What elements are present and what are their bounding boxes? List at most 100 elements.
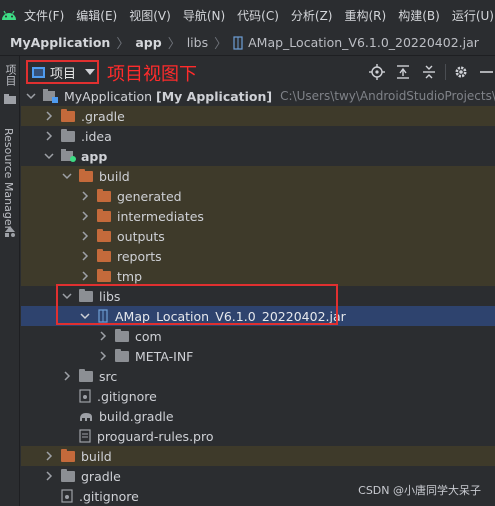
text-file-icon [79, 429, 91, 443]
menu-refactor[interactable]: 重构(R) [339, 7, 393, 24]
project-view-dropdown[interactable]: 项目 [26, 60, 99, 84]
chevron-right-icon[interactable] [79, 250, 91, 262]
android-logo-icon[interactable] [0, 0, 18, 30]
tree-item-label: intermediates [117, 208, 204, 224]
tree-row-proguard[interactable]: proguard-rules.pro [21, 426, 495, 446]
chevron-down-icon [85, 69, 96, 75]
resource-manager-tab[interactable]: Resource Manager [2, 128, 15, 230]
folder-icon [79, 168, 93, 182]
folder-icon [61, 448, 75, 462]
menu-run[interactable]: 运行(U) [446, 7, 495, 24]
breadcrumb-project[interactable]: MyApplication [10, 35, 110, 50]
chevron-right-icon[interactable] [79, 270, 91, 282]
folder-icon [97, 248, 111, 262]
breadcrumb: MyApplication 〉 app 〉 libs 〉 AMap_Locati… [0, 30, 495, 56]
tree-row-generated[interactable]: generated [21, 186, 495, 206]
menu-navigate[interactable]: 导航(N) [177, 7, 231, 24]
project-toolbar: 项目 项目视图下 [21, 58, 495, 86]
jar-file-icon [233, 35, 243, 50]
tree-row-build-gradle[interactable]: build.gradle [21, 406, 495, 426]
tree-row-com[interactable]: com [21, 326, 495, 346]
toolbar-divider [445, 64, 446, 80]
tree-row-jar[interactable]: AMap_Location_V6.1.0_20220402.jar [21, 306, 495, 326]
collapse-all-icon[interactable] [421, 64, 437, 80]
project-module-label: [My Application] [156, 88, 273, 104]
chevron-right-icon[interactable] [43, 470, 55, 482]
chevron-right-icon[interactable] [79, 210, 91, 222]
folder-icon [115, 348, 129, 362]
tree-row-reports[interactable]: reports [21, 246, 495, 266]
tree-item-label: build [81, 448, 112, 464]
tree-row-root[interactable]: MyApplication [My Application] C:\Users\… [21, 86, 495, 106]
menu-edit[interactable]: 编辑(E) [70, 7, 123, 24]
folder-icon [61, 128, 75, 142]
chevron-right-icon[interactable] [43, 130, 55, 142]
folder-icon [79, 288, 93, 302]
tree-item-label: proguard-rules.pro [97, 428, 214, 444]
project-view-label: 项目 [50, 66, 77, 82]
chevron-right-icon[interactable] [43, 450, 55, 462]
tool-window-strip: 项目 Resource Manager [0, 56, 20, 506]
tree-row-intermediates[interactable]: intermediates [21, 206, 495, 226]
menu-bar: 文件(F) 编辑(E) 视图(V) 导航(N) 代码(C) 分析(Z) 重构(R… [0, 0, 495, 30]
chevron-down-icon[interactable] [79, 310, 91, 322]
locate-icon[interactable] [369, 64, 385, 80]
menu-view[interactable]: 视图(V) [123, 7, 177, 24]
tree-item-label: tmp [117, 268, 143, 284]
tree-row-src[interactable]: src [21, 366, 495, 386]
annotation-text: 项目视图下 [107, 64, 197, 85]
tree-row-app-build[interactable]: build [21, 166, 495, 186]
tree-row-outputs[interactable]: outputs [21, 226, 495, 246]
folder-icon [97, 268, 111, 282]
tree-row-libs[interactable]: libs [21, 286, 495, 306]
chevron-right-icon[interactable] [43, 110, 55, 122]
tree-item-label: outputs [117, 228, 165, 244]
chevron-down-icon[interactable] [43, 150, 55, 162]
tree-item-label: .gitignore [79, 488, 139, 504]
project-tree: MyApplication [My Application] C:\Users\… [21, 86, 495, 506]
folder-icon [115, 328, 129, 342]
folder-icon [97, 208, 111, 222]
chevron-right-icon[interactable] [79, 230, 91, 242]
gradle-elephant-icon [80, 413, 92, 421]
expand-all-icon[interactable] [395, 64, 411, 80]
tree-row-root-build[interactable]: build [21, 446, 495, 466]
chevron-right-icon[interactable] [97, 330, 109, 342]
shapes-icon[interactable] [4, 226, 16, 238]
breadcrumb-file[interactable]: AMap_Location_V6.1.0_20220402.jar [248, 35, 479, 50]
chevron-down-icon[interactable] [61, 170, 73, 182]
breadcrumb-separator: 〉 [116, 37, 130, 52]
breadcrumb-module[interactable]: app [135, 35, 161, 50]
tree-item-label: .gradle [81, 108, 125, 124]
chevron-right-icon[interactable] [61, 370, 73, 382]
menu-analyze[interactable]: 分析(Z) [285, 7, 339, 24]
tree-item-label: reports [117, 248, 162, 264]
chevron-down-icon[interactable] [61, 290, 73, 302]
menu-file[interactable]: 文件(F) [18, 7, 70, 24]
chevron-right-icon[interactable] [97, 350, 109, 362]
tree-row-app-gitignore[interactable]: .gitignore [21, 386, 495, 406]
folder-icon[interactable] [4, 94, 16, 104]
chevron-right-icon[interactable] [79, 190, 91, 202]
tree-row-meta-inf[interactable]: META-INF [21, 346, 495, 366]
chevron-down-icon[interactable] [25, 90, 37, 102]
watermark: CSDN @小唐同学大呆子 [358, 484, 481, 497]
menu-code[interactable]: 代码(C) [231, 7, 285, 24]
project-root-icon [43, 89, 58, 103]
tree-row-tmp[interactable]: tmp [21, 266, 495, 286]
tree-row-gradle-dir[interactable]: .gradle [21, 106, 495, 126]
tree-item-label: com [135, 328, 162, 344]
tree-item-label: .idea [81, 128, 112, 144]
folder-icon [61, 108, 75, 122]
tree-row-app[interactable]: app [21, 146, 495, 166]
project-tool-tab[interactable]: 项目 [2, 64, 18, 86]
tree-row-idea[interactable]: .idea [21, 126, 495, 146]
tree-item-label: libs [99, 288, 121, 304]
minimize-icon[interactable] [477, 64, 493, 80]
breadcrumb-folder[interactable]: libs [187, 35, 208, 50]
folder-icon [61, 468, 75, 482]
gear-icon[interactable] [453, 64, 469, 80]
gitignore-file-icon [79, 389, 91, 403]
menu-build[interactable]: 构建(B) [392, 7, 446, 24]
project-path: C:\Users\twy\AndroidStudioProjects\MyA [280, 89, 495, 103]
